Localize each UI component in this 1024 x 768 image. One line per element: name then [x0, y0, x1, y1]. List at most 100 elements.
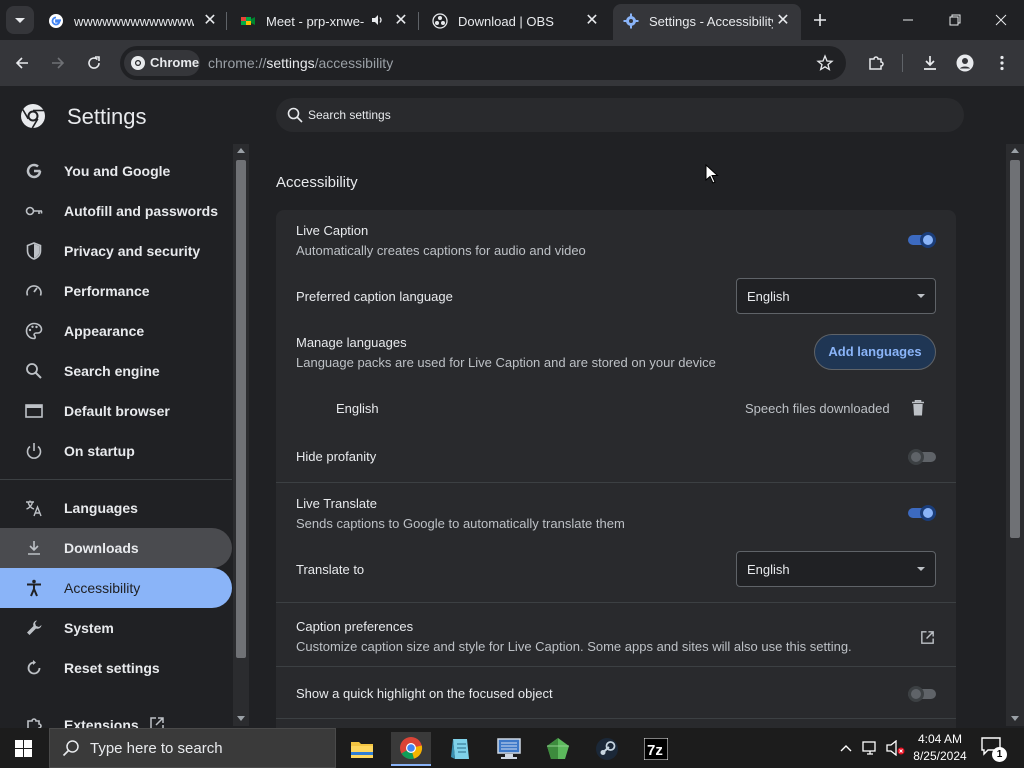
maximize-button[interactable]: [945, 10, 965, 30]
sidebar-item-search-engine[interactable]: Search engine: [0, 351, 232, 391]
google-icon: [26, 163, 42, 179]
notification-count-badge: 1: [992, 747, 1007, 762]
hide-profanity-toggle[interactable]: [908, 449, 936, 465]
trash-icon[interactable]: [910, 399, 926, 417]
sidebar-item-default-browser[interactable]: Default browser: [0, 391, 232, 431]
tab-3[interactable]: Download | OBS: [432, 6, 582, 36]
speaker-icon[interactable]: [370, 13, 384, 27]
url-text[interactable]: chrome://settings/accessibility: [208, 55, 393, 71]
sidebar-scrollbar-thumb[interactable]: [236, 160, 246, 658]
extensions-puzzle-icon[interactable]: [867, 54, 885, 72]
steam-app[interactable]: [587, 732, 627, 766]
row-divider: [276, 666, 956, 667]
section-title: Accessibility: [276, 174, 358, 191]
remote-desktop-app[interactable]: [489, 732, 529, 766]
power-icon: [26, 443, 42, 459]
7zip-app[interactable]: 7z: [636, 732, 676, 766]
forward-arrow-icon[interactable]: [49, 54, 67, 72]
caption-preferences-row[interactable]: Caption preferences Customize caption si…: [276, 603, 956, 654]
scroll-up-arrow-icon[interactable]: [1011, 148, 1019, 153]
sidebar-item-reset[interactable]: Reset settings: [0, 648, 232, 688]
search-settings-bar[interactable]: Search settings: [276, 98, 964, 132]
minimize-button[interactable]: [898, 10, 918, 30]
browser-toolbar: Chrome chrome://settings/accessibility: [0, 40, 1024, 86]
new-tab-button[interactable]: [810, 10, 830, 30]
language-entry-status: Speech files downloaded: [745, 401, 890, 416]
sidebar-item-performance[interactable]: Performance: [0, 271, 232, 311]
download-icon[interactable]: [921, 54, 939, 72]
scroll-down-arrow-icon[interactable]: [1011, 716, 1019, 721]
back-arrow-icon[interactable]: [13, 54, 31, 72]
main-scrollbar-thumb[interactable]: [1010, 160, 1020, 538]
sidebar-item-accessibility[interactable]: Accessibility: [0, 568, 232, 608]
sidebar-item-languages[interactable]: Languages: [0, 488, 232, 528]
tab-title: wwwwwwwwwwwwwwww: [74, 13, 194, 29]
reload-icon[interactable]: [85, 54, 103, 72]
search-input[interactable]: Search settings: [308, 108, 391, 122]
sidebar-item-appearance[interactable]: Appearance: [0, 311, 232, 351]
profile-avatar-icon[interactable]: [956, 54, 974, 72]
clock-date[interactable]: 8/25/2024: [912, 749, 968, 763]
bookmark-star-icon[interactable]: [816, 54, 834, 72]
notepad-app[interactable]: [440, 732, 480, 766]
accessibility-card: Live Caption Automatically creates capti…: [276, 210, 956, 730]
gem-icon: [547, 738, 569, 759]
taskbar-search-box[interactable]: Type here to search: [49, 728, 336, 768]
sidebar-item-privacy[interactable]: Privacy and security: [0, 231, 232, 271]
volume-muted-icon[interactable]: [886, 740, 906, 756]
tab-4-close-icon[interactable]: ✕: [775, 12, 791, 29]
manage-languages-subtitle: Language packs are used for Live Caption…: [296, 355, 716, 370]
chrome-logo-icon: [400, 737, 423, 760]
chrome-app[interactable]: [391, 732, 431, 766]
file-explorer-app[interactable]: [342, 732, 382, 766]
translate-to-title: Translate to: [296, 562, 365, 577]
chip-label: Chrome: [150, 55, 200, 70]
hide-profanity-title: Hide profanity: [296, 449, 377, 464]
green-gem-app[interactable]: [538, 732, 578, 766]
tab-4[interactable]: Settings - Accessibility: [623, 6, 773, 36]
address-bar[interactable]: Chrome chrome://settings/accessibility: [120, 46, 846, 80]
manage-languages-title: Manage languages: [296, 335, 407, 350]
kebab-menu-icon[interactable]: [993, 54, 1011, 72]
tab-3-close-icon[interactable]: ✕: [584, 12, 600, 29]
sidebar-scrollbar[interactable]: [233, 144, 249, 726]
plus-icon: [814, 14, 826, 26]
caption-preferences-title: Caption preferences: [296, 619, 414, 634]
tab-2[interactable]: Meet - prp-xnwe-y: [240, 6, 365, 36]
scroll-up-arrow-icon[interactable]: [237, 148, 245, 153]
windows-taskbar: Type here to search 7z 4:04 AM 8/25/2024…: [0, 728, 1024, 768]
tab-search-button[interactable]: [6, 6, 34, 34]
tab-2-close-icon[interactable]: ✕: [393, 12, 409, 29]
notepad-icon: [451, 739, 469, 759]
sidebar-item-autofill[interactable]: Autofill and passwords: [0, 191, 232, 231]
translate-to-select[interactable]: English: [736, 551, 936, 587]
clock-time[interactable]: 4:04 AM: [912, 732, 968, 746]
start-button[interactable]: [0, 728, 48, 768]
tab-1[interactable]: wwwwwwwwwwwwwwww: [48, 6, 198, 36]
sidebar-item-system[interactable]: System: [0, 608, 232, 648]
live-translate-toggle[interactable]: [908, 505, 936, 521]
caption-language-select[interactable]: English: [736, 278, 936, 314]
chevron-up-icon[interactable]: [839, 742, 853, 754]
windows-logo-icon: [15, 740, 32, 757]
live-caption-toggle[interactable]: [908, 232, 936, 248]
scroll-down-arrow-icon[interactable]: [237, 716, 245, 721]
tab-1-close-icon[interactable]: ✕: [202, 12, 218, 29]
tab-separator: [418, 12, 419, 30]
sidebar-item-on-startup[interactable]: On startup: [0, 431, 232, 471]
sidebar-item-you-and-google[interactable]: You and Google: [0, 151, 232, 191]
main-scrollbar[interactable]: [1006, 144, 1024, 726]
monitor-icon: [497, 738, 521, 759]
focus-highlight-toggle[interactable]: [908, 686, 936, 702]
add-languages-button[interactable]: Add languages: [814, 334, 936, 370]
dropdown-caret-icon: [917, 567, 925, 571]
site-info-chip[interactable]: Chrome: [124, 50, 200, 76]
sidebar-item-extensions[interactable]: Extensions: [0, 705, 232, 728]
notification-center-button[interactable]: 1: [980, 736, 1008, 762]
sidebar-item-downloads[interactable]: Downloads: [0, 528, 232, 568]
close-window-button[interactable]: [991, 10, 1011, 30]
network-icon[interactable]: [862, 740, 880, 756]
google-favicon-icon: [49, 14, 63, 28]
meet-favicon-icon: [241, 17, 255, 25]
tab-title: Download | OBS: [458, 13, 554, 29]
